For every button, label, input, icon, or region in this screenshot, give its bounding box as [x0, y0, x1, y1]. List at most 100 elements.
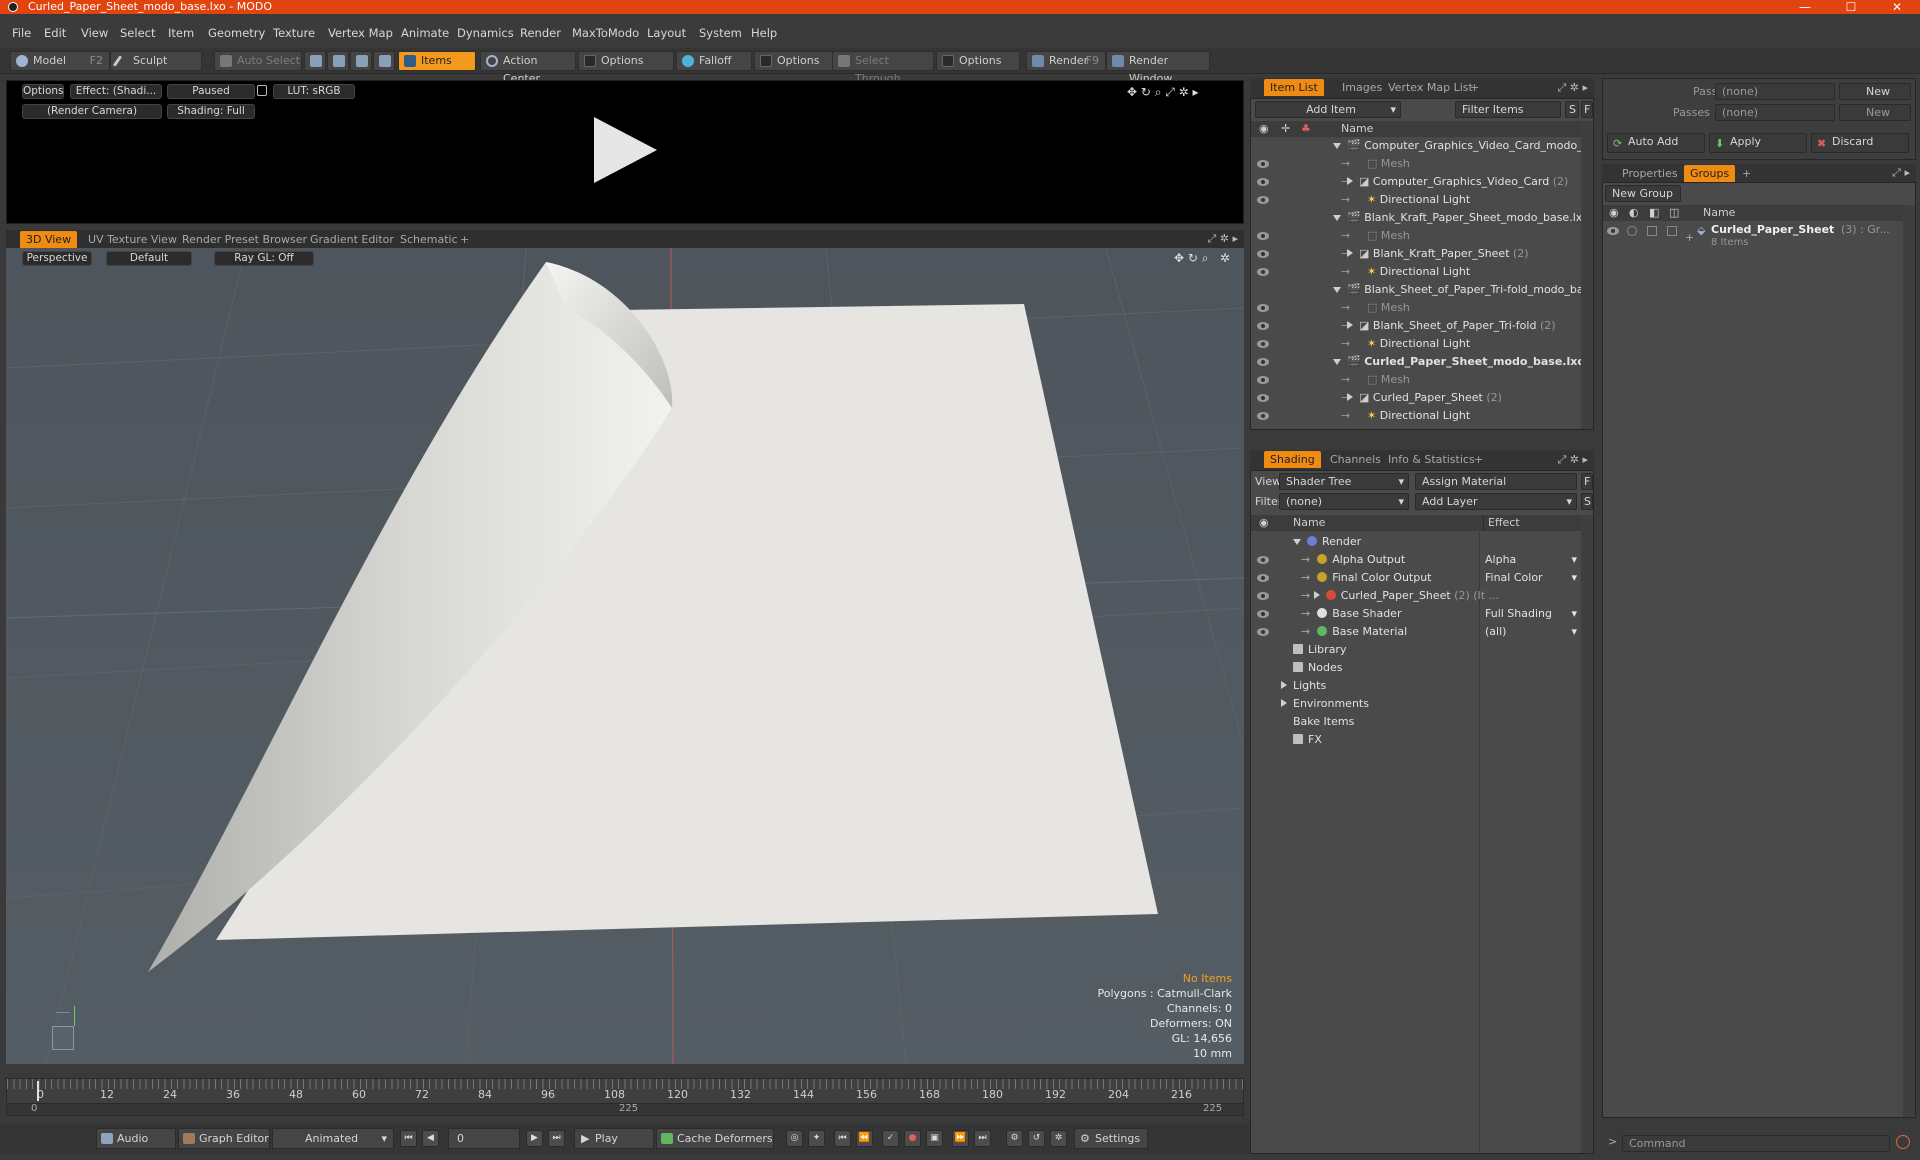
menu-texture[interactable]: Texture	[273, 26, 315, 40]
tab-uv-texture-view[interactable]: UV Texture View	[82, 231, 183, 248]
play-icon[interactable]	[594, 117, 657, 183]
shader-tree-row[interactable]: → Alpha Output Alpha ▾	[1251, 551, 1581, 569]
tab-3d-view[interactable]: 3D View	[20, 231, 78, 248]
visibility-icon[interactable]	[1257, 412, 1269, 420]
shading-dropdown[interactable]: Shading: Full	[167, 104, 255, 119]
timeline-playhead[interactable]	[37, 1081, 39, 1101]
shading-f-button[interactable]: F	[1581, 473, 1593, 490]
select-through-button[interactable]: Select Through	[832, 51, 934, 85]
assign-material-button[interactable]: Assign Material	[1415, 473, 1577, 490]
item-list-row[interactable]: → ⬚ Mesh	[1251, 371, 1581, 389]
auto-select-button[interactable]: Auto Select	[214, 51, 302, 71]
key-del-button[interactable]: ▣	[926, 1130, 943, 1147]
visibility-icon[interactable]	[1257, 340, 1269, 348]
key-tool-4[interactable]: ↺	[1028, 1130, 1045, 1147]
groups-add-tab[interactable]: +	[1736, 165, 1757, 182]
pass-groups-dropdown[interactable]: (none)	[1715, 83, 1835, 100]
visibility-icon[interactable]	[1257, 250, 1269, 258]
minimize-button[interactable]: —	[1782, 0, 1828, 14]
groups-tab-icons[interactable]: ⤢ ▸	[1892, 166, 1910, 180]
falloff-button[interactable]: Falloff	[676, 51, 752, 71]
select-materials-button[interactable]	[373, 51, 395, 71]
filter-dropdown[interactable]: (none) ▾	[1279, 493, 1409, 510]
menu-layout[interactable]: Layout	[647, 26, 686, 40]
select-toggle-icon[interactable]	[1667, 226, 1677, 236]
menu-animate[interactable]: Animate	[401, 26, 449, 40]
action-center-button[interactable]: Action Center	[480, 51, 576, 85]
menu-item[interactable]: Item	[168, 26, 194, 40]
discard-button[interactable]: ✖ Discard	[1811, 133, 1909, 153]
preview-paused-button[interactable]: Paused	[167, 84, 255, 99]
audio-button[interactable]: Audio	[96, 1128, 176, 1149]
group-row[interactable]: + ⬙ Curled_Paper_Sheet (3) : Gr... 8 Ite…	[1603, 223, 1903, 253]
tab-item-list[interactable]: Item List	[1264, 79, 1324, 96]
settings-button[interactable]: ⚙ Settings	[1074, 1128, 1148, 1149]
visibility-icon[interactable]	[1257, 196, 1269, 204]
shader-tree-row[interactable]: → Base Shader Full Shading ▾	[1251, 605, 1581, 623]
visibility-icon[interactable]	[1257, 358, 1269, 366]
add-layer-dropdown[interactable]: Add Layer ▾	[1415, 493, 1577, 510]
animated-dropdown[interactable]: Animated ▾	[272, 1128, 394, 1149]
menu-maxtomodo[interactable]: MaxToModo	[572, 26, 639, 40]
tab-groups[interactable]: Groups	[1684, 165, 1736, 182]
render-camera-dropdown[interactable]: (Render Camera)	[22, 104, 162, 119]
record-button[interactable]: ●	[904, 1130, 921, 1147]
key-back-button[interactable]: ⏪	[856, 1130, 873, 1147]
select-through-options-button[interactable]: Options	[936, 51, 1020, 71]
item-list-row[interactable]: 🎬 Blank_Sheet_of_Paper_Tri-fold_modo_ba …	[1251, 281, 1581, 299]
sculpt-button[interactable]: Sculpt	[110, 51, 202, 71]
render-button[interactable]: Render F9	[1026, 51, 1106, 71]
visibility-icon[interactable]	[1257, 592, 1269, 600]
item-list-s-button[interactable]: S	[1565, 101, 1579, 118]
shading-s-button[interactable]: S	[1581, 493, 1593, 510]
3d-viewport[interactable]: Perspective Default Ray GL: Off ✥ ↻ ⌕ ✲ …	[6, 248, 1244, 1064]
shader-tree-row[interactable]: Environments	[1251, 695, 1581, 713]
passes-dropdown[interactable]: (none)	[1715, 104, 1835, 121]
item-list-row[interactable]: → ✶ Directional Light	[1251, 263, 1581, 281]
item-list-row[interactable]: → ◪ Curled_Paper_Sheet (2)	[1251, 389, 1581, 407]
shader-effect-dropdown[interactable]: Alpha ▾	[1485, 551, 1579, 569]
lock-toggle-icon[interactable]	[1647, 226, 1657, 236]
visibility-icon[interactable]	[1257, 304, 1269, 312]
tab-channels[interactable]: Channels	[1324, 451, 1387, 468]
add-tab-button[interactable]: +	[454, 231, 475, 248]
shader-tree-row[interactable]: → Final Color Output Final Color ▾	[1251, 569, 1581, 587]
filter-items-input[interactable]: Filter Items	[1455, 101, 1561, 118]
shader-tree-row[interactable]: Library	[1251, 641, 1581, 659]
menu-view[interactable]: View	[81, 26, 108, 40]
shader-tree-row[interactable]: Lights	[1251, 677, 1581, 695]
item-list-tab-icons[interactable]: ⤢ ✲ ▸	[1557, 81, 1588, 95]
key-tool-2[interactable]: ✦	[808, 1130, 825, 1147]
new-pass-group-button[interactable]: New	[1839, 83, 1911, 100]
shader-tree-row[interactable]: → Curled_Paper_Sheet (2) (It ...	[1251, 587, 1581, 605]
visibility-icon[interactable]	[1257, 610, 1269, 618]
key-tool-1[interactable]: ◎	[786, 1130, 803, 1147]
render-preview[interactable]: Options Effect: (Shadi... Paused LUT: sR…	[6, 80, 1244, 224]
item-list-scrollbar[interactable]	[1581, 121, 1593, 429]
item-list-row[interactable]: 🎬 Blank_Kraft_Paper_Sheet_modo_base.lxo	[1251, 209, 1581, 227]
select-edges-button[interactable]	[327, 51, 349, 71]
item-list-row[interactable]: 🎬 Computer_Graphics_Video_Card_modo_b ..…	[1251, 137, 1581, 155]
visibility-icon[interactable]	[1257, 556, 1269, 564]
key-prev-button[interactable]: ⏮	[834, 1130, 851, 1147]
next-key-button[interactable]: ▶	[526, 1130, 543, 1147]
items-mode-button[interactable]: Items	[398, 51, 476, 71]
preview-options-button[interactable]: Options	[22, 84, 64, 99]
play-button[interactable]: ▶ Play	[574, 1128, 654, 1149]
item-list-row[interactable]: → ⬚ Mesh	[1251, 155, 1581, 173]
maximize-button[interactable]: ☐	[1828, 0, 1874, 14]
menu-file[interactable]: File	[12, 26, 31, 40]
menu-system[interactable]: System	[699, 26, 742, 40]
visibility-icon[interactable]	[1257, 160, 1269, 168]
groups-scrollbar[interactable]	[1903, 205, 1915, 1117]
expand-icon[interactable]: +	[1685, 231, 1694, 244]
close-button[interactable]: ✕	[1874, 0, 1920, 14]
perspective-dropdown[interactable]: Perspective	[22, 251, 92, 266]
shading-add-tab[interactable]: +	[1468, 451, 1489, 468]
viewport-nav-icons[interactable]: ✥ ↻ ⌕ ✲	[1174, 251, 1230, 266]
visibility-icon[interactable]	[1607, 227, 1619, 235]
command-input[interactable]: Command	[1622, 1135, 1890, 1152]
item-list-add-tab[interactable]: +	[1464, 79, 1485, 96]
tab-images[interactable]: Images	[1336, 79, 1388, 96]
auto-add-button[interactable]: ⟳ Auto Add	[1607, 133, 1705, 153]
